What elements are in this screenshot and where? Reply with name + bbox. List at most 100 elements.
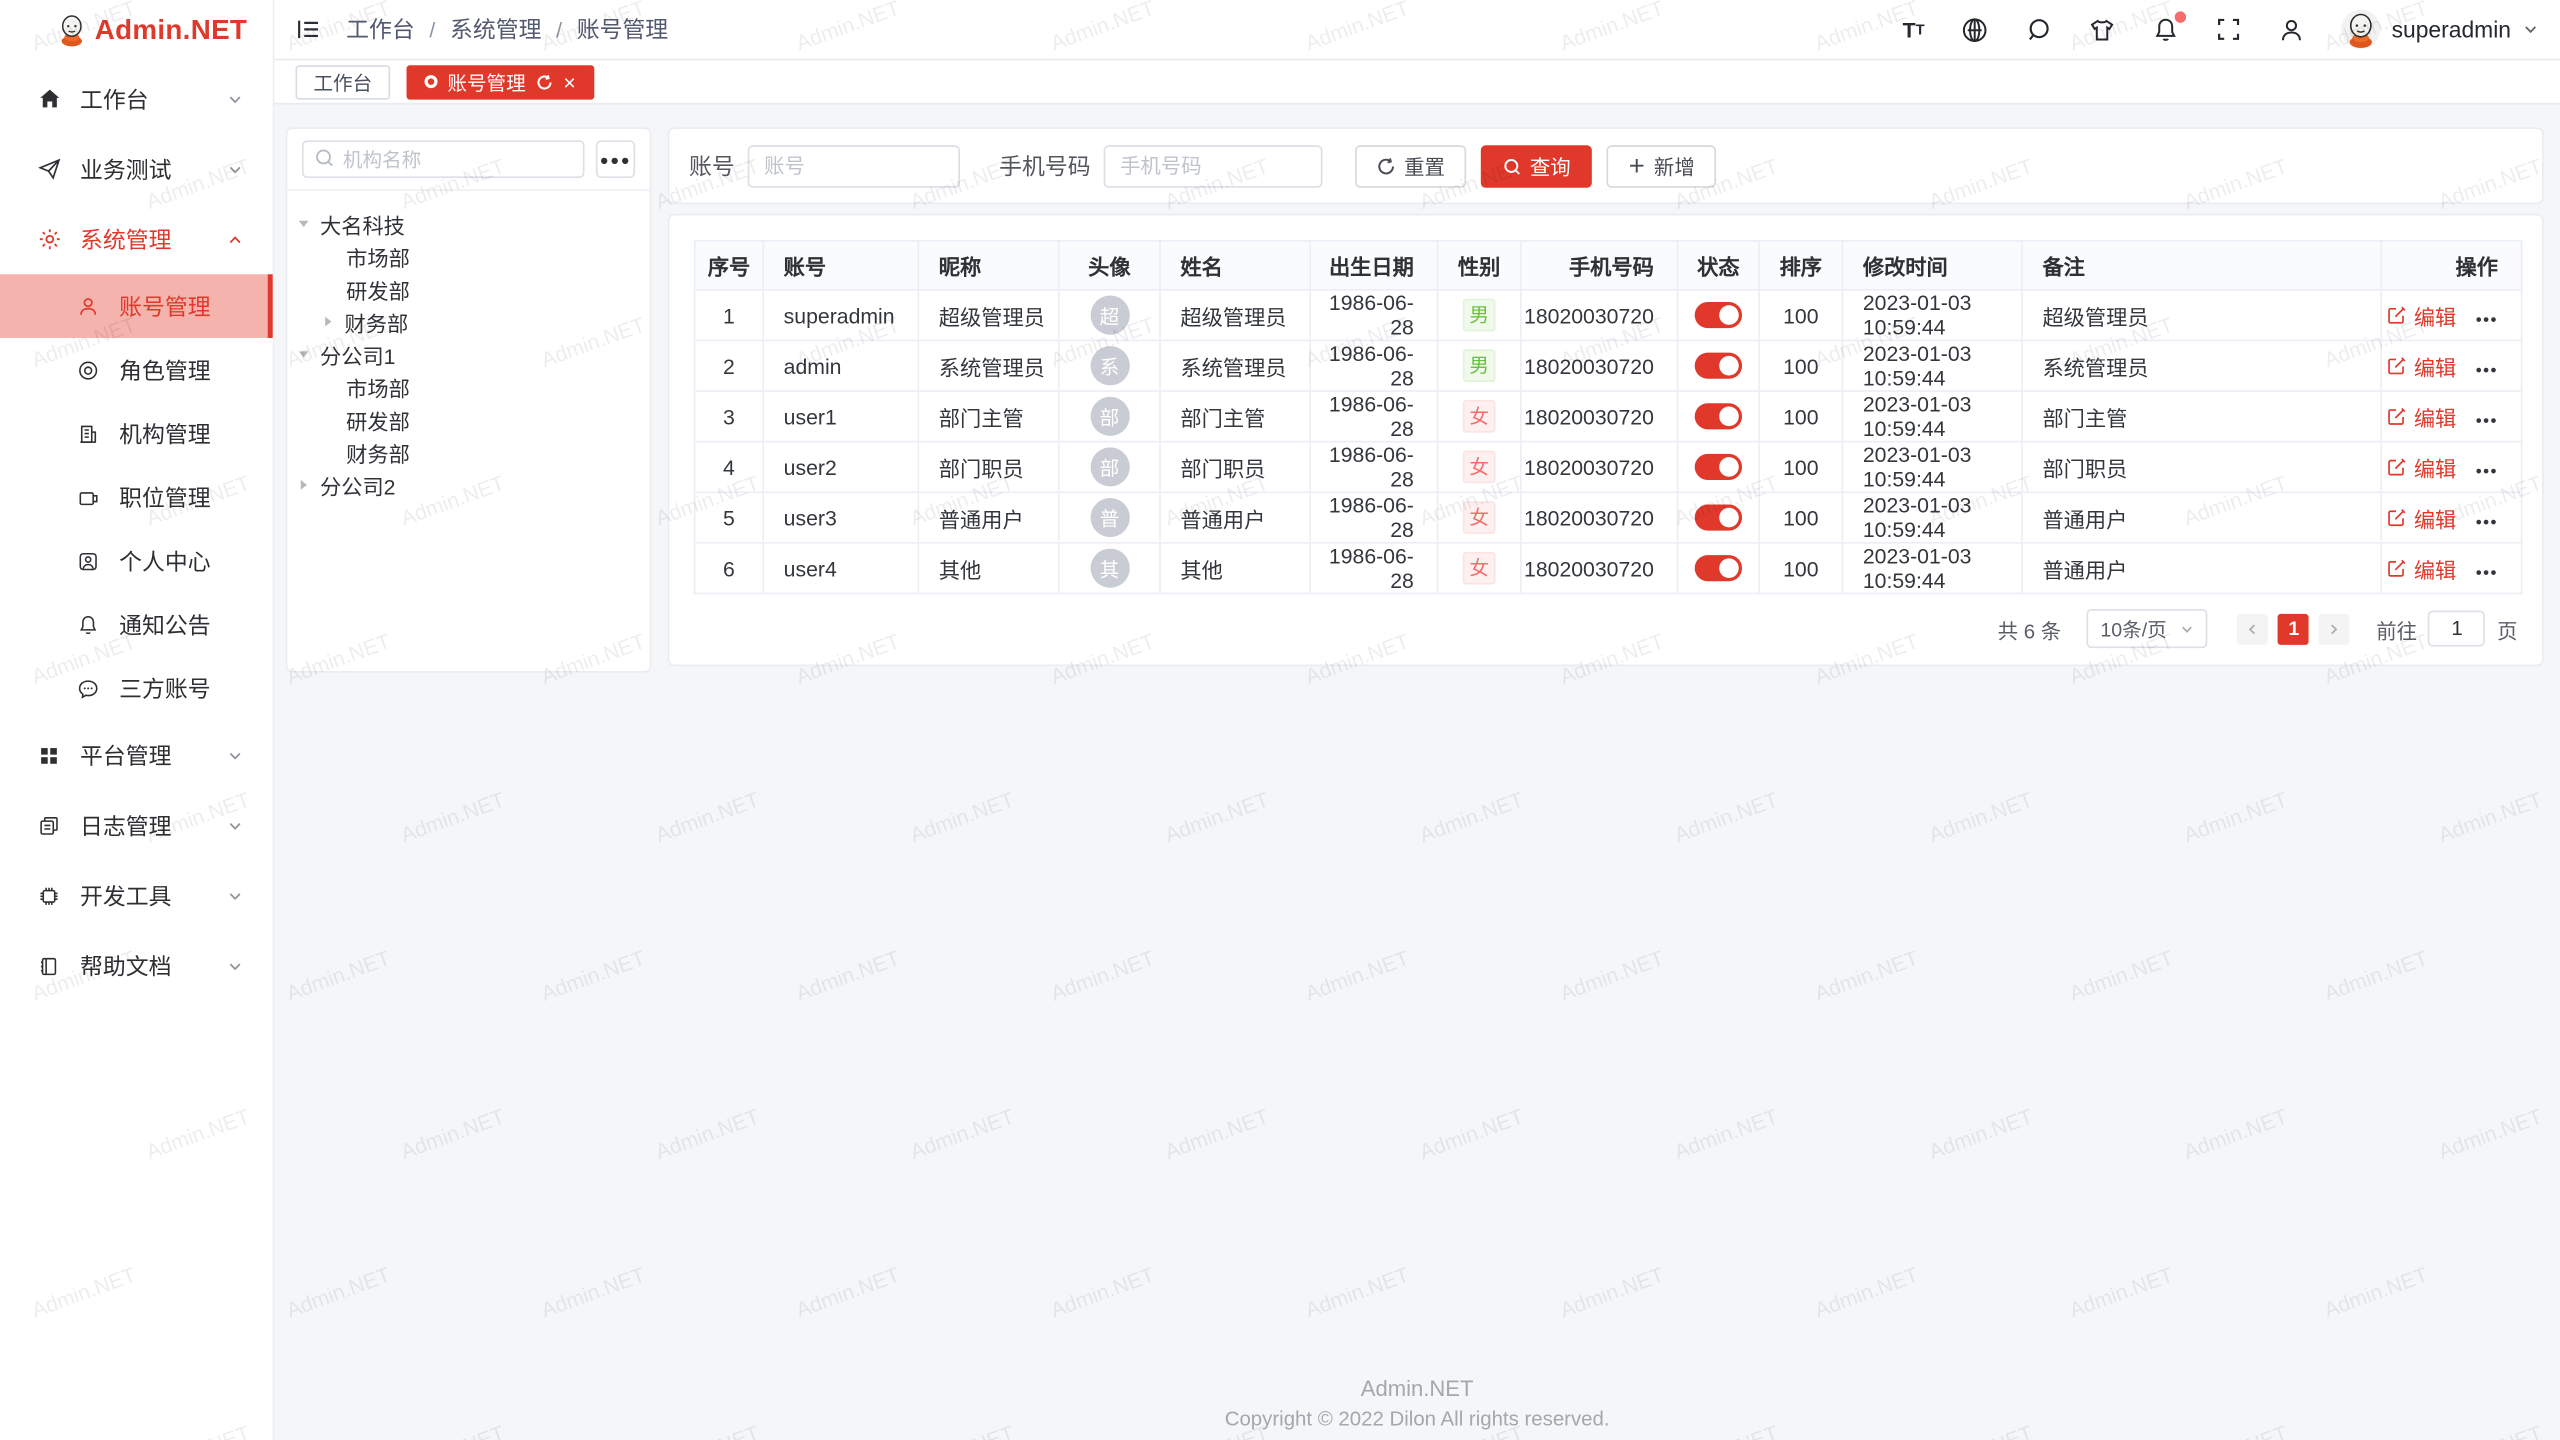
sidebar-item-label: 职位管理 [119,481,210,514]
edit-button[interactable]: 编辑 [2388,553,2457,584]
tree-node-dept[interactable]: 市场部 [297,240,640,273]
sidebar-item-thirdparty-account[interactable]: 三方账号 [0,656,273,720]
col-modified-time: 修改时间 [1842,241,2022,290]
tree-node-company[interactable]: 分公司1 [297,338,640,371]
cell-phone: 18020030720 [1521,391,1678,442]
add-button-label: 新增 [1654,150,1695,181]
gender-badge: 女 [1463,400,1496,433]
tree-node-dept[interactable]: 财务部 [297,305,640,338]
notification-bell-icon[interactable] [2152,16,2180,44]
sidebar-item-role-mgmt[interactable]: 角色管理 [0,338,273,402]
tree-node-dept[interactable]: 财务部 [297,436,640,469]
col-name: 姓名 [1160,241,1310,290]
caret-right-icon[interactable] [322,315,338,328]
font-size-icon[interactable]: TT [1903,19,1925,40]
status-toggle[interactable] [1695,404,1742,430]
sidebar-item-workbench[interactable]: 工作台 [0,64,273,134]
sidebar-item-position-mgmt[interactable]: 职位管理 [0,465,273,529]
more-actions-button[interactable]: ••• [2476,565,2498,583]
close-icon[interactable]: × [563,71,575,92]
col-gender: 性别 [1438,241,1521,290]
cell-nickname: 系统管理员 [918,340,1058,391]
col-sort: 排序 [1759,241,1842,290]
cell-remark: 部门职员 [2022,442,2381,493]
book-icon [38,953,64,979]
sidebar-item-business-test[interactable]: 业务测试 [0,134,273,204]
tab-workbench[interactable]: 工作台 [296,64,391,98]
edit-button[interactable]: 编辑 [2388,401,2457,432]
caret-down-icon[interactable] [297,217,313,230]
col-phone: 手机号码 [1521,241,1678,290]
edit-icon [2388,558,2408,578]
sidebar-item-personal-center[interactable]: 个人中心 [0,529,273,593]
page-size-select[interactable]: 10条/页 [2087,609,2208,648]
paper-plane-icon [38,156,64,182]
caret-right-icon[interactable] [297,478,313,491]
sidebar-item-notice[interactable]: 通知公告 [0,593,273,657]
status-toggle[interactable] [1695,353,1742,379]
account-filter-input[interactable] [748,144,960,186]
col-nickname: 昵称 [918,241,1058,290]
refresh-icon[interactable] [536,73,554,91]
cell-seq: 6 [695,543,764,594]
user-menu[interactable]: superadmin [2341,10,2539,49]
sidebar-item-dev-tools[interactable]: 开发工具 [0,860,273,930]
tree-more-button[interactable]: ●●● [596,140,635,178]
tab-account-mgmt[interactable]: 账号管理 × [407,64,594,98]
sidebar-item-org-mgmt[interactable]: 机构管理 [0,402,273,466]
sidebar-collapse-button[interactable] [296,16,322,42]
cpu-icon [38,882,64,908]
search-icon[interactable] [2024,16,2052,44]
reset-button[interactable]: 重置 [1355,144,1466,186]
edit-button[interactable]: 编辑 [2388,350,2457,381]
tree-node-company[interactable]: 分公司2 [297,469,640,502]
next-page-button[interactable] [2319,613,2350,644]
breadcrumb-item-workbench[interactable]: 工作台 [346,13,415,46]
edit-icon [2388,356,2408,376]
search-button[interactable]: 查询 [1481,144,1592,186]
sidebar-item-system-mgmt[interactable]: 系统管理 [0,204,273,274]
sidebar-item-help-docs[interactable]: 帮助文档 [0,931,273,1001]
more-actions-button[interactable]: ••• [2476,514,2498,532]
row-avatar: 系 [1090,346,1129,385]
edit-button[interactable]: 编辑 [2388,300,2457,331]
phone-filter-input[interactable] [1104,144,1323,186]
goto-page-input[interactable] [2429,611,2486,647]
sidebar-item-account-mgmt[interactable]: 账号管理 [0,274,273,338]
edit-button[interactable]: 编辑 [2388,502,2457,533]
status-toggle[interactable] [1695,556,1742,582]
row-avatar: 部 [1090,447,1129,486]
status-toggle[interactable] [1695,505,1742,531]
edit-button[interactable]: 编辑 [2388,451,2457,482]
status-toggle[interactable] [1695,454,1742,480]
cell-phone: 18020030720 [1521,492,1678,543]
cell-birth-date: 1986-06-28 [1310,391,1437,442]
user-icon[interactable] [2277,16,2305,44]
current-page-button[interactable]: 1 [2278,613,2309,644]
sidebar-item-platform-mgmt[interactable]: 平台管理 [0,720,273,790]
tree-node-dept[interactable]: 研发部 [297,403,640,436]
cell-phone: 18020030720 [1521,290,1678,341]
sidebar-item-log-mgmt[interactable]: 日志管理 [0,790,273,860]
org-search-input[interactable] [302,140,584,178]
prev-page-button[interactable] [2237,613,2268,644]
user-avatar [2341,10,2380,49]
tree-node-company[interactable]: 大名科技 [297,207,640,240]
tab-label: 账号管理 [447,68,525,96]
sidebar-item-label: 三方账号 [119,672,210,705]
breadcrumb-item-system[interactable]: 系统管理 [450,13,541,46]
caret-down-icon[interactable] [297,348,313,361]
more-actions-button[interactable]: ••• [2476,312,2498,330]
tree-node-dept[interactable]: 市场部 [297,371,640,404]
fullscreen-icon[interactable] [2215,16,2241,42]
theme-icon[interactable] [2088,16,2116,44]
notification-badge [2174,11,2185,22]
more-actions-button[interactable]: ••• [2476,362,2498,380]
tree-node-dept[interactable]: 研发部 [297,273,640,306]
language-icon[interactable] [1961,16,1989,44]
status-toggle[interactable] [1695,302,1742,328]
tree-node-label: 大名科技 [320,208,405,239]
more-actions-button[interactable]: ••• [2476,413,2498,431]
more-actions-button[interactable]: ••• [2476,464,2498,482]
add-button[interactable]: 新增 [1607,144,1716,186]
